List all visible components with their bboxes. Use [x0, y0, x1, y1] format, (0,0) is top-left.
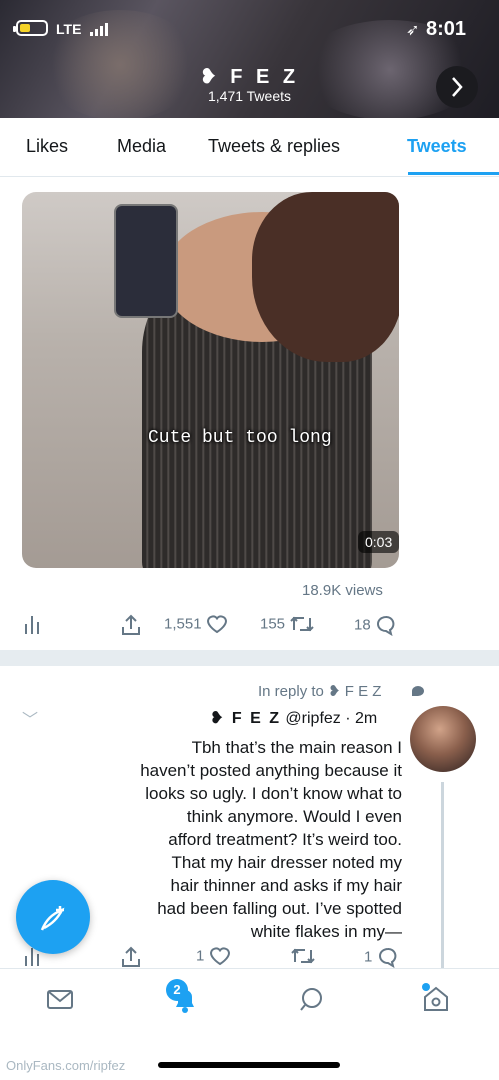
search-icon	[300, 988, 322, 1011]
tab-likes[interactable]: Likes	[26, 136, 68, 157]
chevron-down-icon[interactable]: ﹀	[22, 706, 38, 730]
retweet-button[interactable]	[290, 946, 316, 966]
like-button[interactable]: 1,551	[164, 614, 228, 634]
reply-count: 1	[364, 948, 373, 966]
tweet-text: Tbh that’s the main reason I haven’t pos…	[140, 738, 402, 941]
tab-media[interactable]: Media	[117, 136, 166, 157]
notifications-tab[interactable]: 2	[166, 979, 208, 1023]
heart-icon	[209, 947, 230, 966]
back-button[interactable]	[436, 66, 478, 108]
comment-icon	[376, 616, 395, 636]
tweet-separator	[0, 650, 499, 666]
reply-button[interactable]: 18	[354, 614, 397, 636]
home-tab[interactable]	[420, 983, 460, 1023]
reply-button[interactable]: 1	[364, 946, 399, 968]
profile-name: ❥ F E Z	[199, 66, 300, 88]
share-icon	[122, 946, 140, 967]
chevron-icon	[452, 77, 463, 98]
like-count: 1	[196, 947, 205, 965]
tweet-author[interactable]: ❥ F E Z @ripfez · 2m	[210, 708, 377, 728]
share-button[interactable]	[120, 946, 142, 968]
retweet-button[interactable]: 155	[260, 614, 315, 634]
author-name: ❥ F E Z	[210, 710, 281, 727]
battery-icon	[13, 20, 48, 36]
avatar[interactable]	[410, 706, 476, 772]
in-reply-to[interactable]: In reply to ❥ F E Z	[258, 682, 381, 700]
profile-tabs: Likes Media Tweets & replies Tweets	[0, 118, 499, 177]
retweet-count: 155	[260, 615, 286, 633]
location-arrow-icon: ➶	[406, 22, 420, 39]
thread-line	[441, 782, 444, 972]
share-button[interactable]	[120, 614, 142, 636]
video-duration: 0:03	[358, 531, 399, 553]
analytics-button[interactable]	[24, 614, 42, 634]
compose-feather-icon	[40, 905, 65, 931]
heart-icon	[206, 615, 227, 634]
new-activity-dot	[422, 983, 430, 991]
reply-count: 18	[354, 616, 371, 634]
comment-icon	[378, 948, 396, 968]
search-tab[interactable]	[296, 983, 336, 1023]
clock: 8:01	[426, 18, 467, 40]
compose-tweet-button[interactable]	[16, 880, 90, 954]
view-count: 18.9K views	[302, 582, 383, 599]
tab-tweets-replies[interactable]: Tweets & replies	[208, 136, 340, 157]
watermark: OnlyFans.com/ripfez	[6, 1058, 126, 1073]
analytics-icon	[25, 616, 39, 634]
profile-header: LTE ➶ 8:01 ❥ F E Z 1,471 Tweets	[0, 0, 499, 118]
network-label: LTE	[56, 21, 82, 37]
author-handle-time: @ripfez · 2m	[285, 710, 378, 727]
share-icon	[122, 614, 140, 635]
messages-tab[interactable]	[44, 983, 84, 1023]
home-indicator[interactable]	[158, 1062, 340, 1068]
video-caption: Cute but too long	[148, 428, 332, 448]
signal-icon	[90, 22, 110, 36]
status-bar: LTE ➶ 8:01	[0, 16, 499, 44]
bottom-navigation: 2	[0, 968, 499, 1035]
tweet-count: 1,471 Tweets	[207, 88, 292, 104]
tab-tweets[interactable]: Tweets	[407, 136, 467, 157]
like-button[interactable]: 1	[196, 946, 231, 966]
like-count: 1,551	[164, 615, 202, 633]
mail-icon	[47, 990, 73, 1009]
video-thumbnail[interactable]: Cute but too long 0:03	[22, 192, 399, 568]
reply-indicator-icon	[412, 686, 424, 696]
retweet-icon	[291, 948, 315, 964]
notification-badge: 2	[166, 979, 188, 1001]
tweet-actions: 1,551 155 18	[0, 614, 499, 646]
active-tab-indicator	[408, 172, 499, 175]
retweet-icon	[290, 616, 314, 632]
